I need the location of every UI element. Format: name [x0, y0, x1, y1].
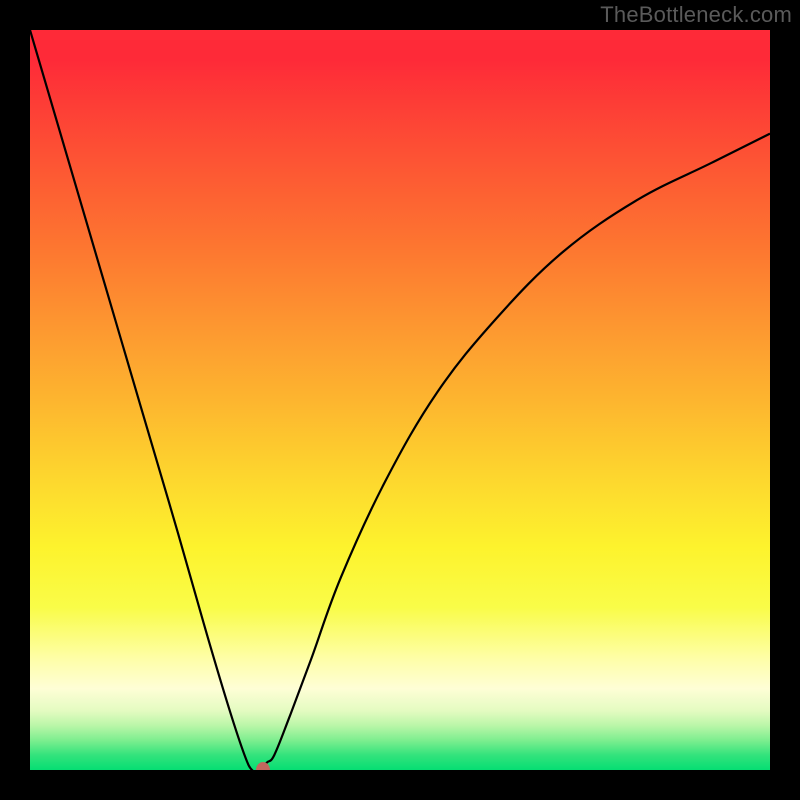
bottleneck-curve — [30, 30, 770, 770]
watermark-text: TheBottleneck.com — [600, 2, 792, 28]
plot-area — [30, 30, 770, 770]
chart-frame: TheBottleneck.com — [0, 0, 800, 800]
